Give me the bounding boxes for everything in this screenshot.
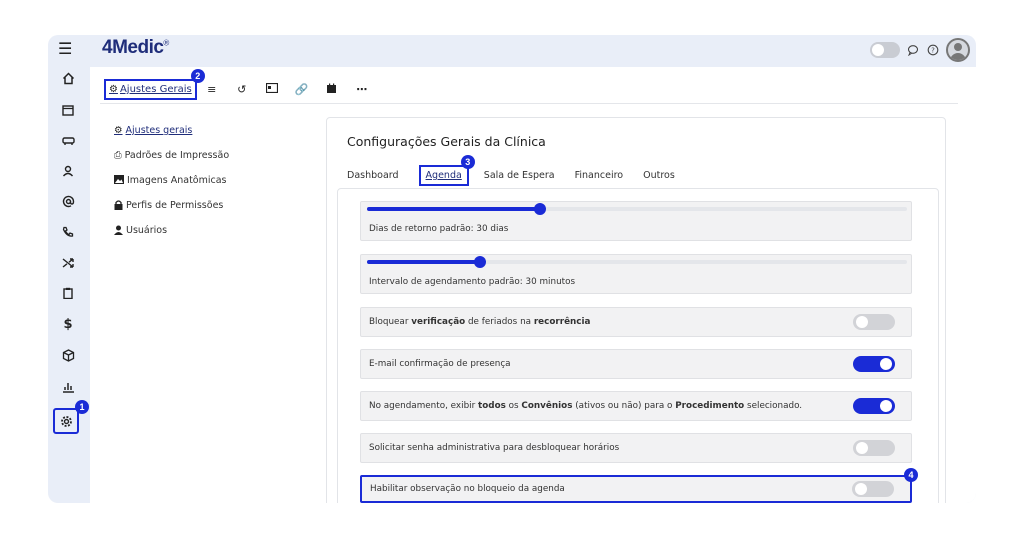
app-window: ☰ 4Medic® ? $ 1 ⚙ Ajustes Gerais 2 ≡ ↺ 🔗… — [48, 35, 976, 503]
step-badge-2: 2 — [190, 69, 205, 83]
agenda-settings: Dias de retorno padrão: 30 dias Interval… — [337, 188, 939, 503]
menu-item-usuarios[interactable]: Usuários — [114, 225, 229, 250]
step-badge-3: 3 — [460, 155, 475, 169]
help-icon[interactable]: ? — [926, 43, 940, 57]
toolbar-divider — [100, 103, 958, 104]
user-avatar[interactable] — [946, 38, 970, 62]
menu-item-imagens-anatomicas[interactable]: Imagens Anatômicas — [114, 175, 229, 200]
observacao-bloqueio-toggle[interactable] — [852, 481, 894, 497]
senha-administrativa-toggle[interactable] — [853, 440, 895, 456]
app-logo[interactable]: 4Medic® — [102, 37, 169, 59]
chart-icon[interactable] — [57, 375, 79, 397]
image-icon — [114, 175, 124, 187]
home-icon[interactable] — [57, 67, 79, 89]
settings-menu: ⚙ Ajustes gerais ⎙ Padrões de Impressão Im… — [114, 125, 229, 250]
slider-knob[interactable] — [474, 256, 487, 268]
more-options-icon[interactable]: ⋯ — [347, 83, 377, 96]
package-icon[interactable] — [57, 344, 79, 366]
setting-senha-administrativa: Solicitar senha administrativa para desb… — [360, 433, 912, 463]
settings-toolbar: ⚙ Ajustes Gerais 2 ≡ ↺ 🔗 ⋯ — [104, 69, 377, 100]
tab-financeiro[interactable]: Financeiro — [575, 170, 624, 186]
gears-icon: ⚙ — [109, 84, 118, 95]
dias-retorno-label: Dias de retorno padrão: 30 dias — [369, 224, 509, 234]
step-badge-1: 1 — [75, 400, 89, 414]
clipboard-icon[interactable] — [57, 282, 79, 304]
intervalo-label: Intervalo de agendamento padrão: 30 minu… — [369, 277, 576, 287]
bloquear-feriados-toggle[interactable] — [853, 314, 895, 330]
setting-intervalo-agendamento: Intervalo de agendamento padrão: 30 minu… — [360, 254, 912, 294]
email-confirmacao-toggle[interactable] — [853, 356, 895, 372]
chat-icon[interactable] — [906, 43, 920, 57]
history-icon[interactable]: ↺ — [227, 83, 257, 96]
gears-icon: ⚙ — [114, 125, 123, 136]
intervalo-slider[interactable] — [367, 256, 907, 268]
setting-exibir-convenios: No agendamento, exibir todos os Convênio… — [360, 391, 912, 421]
main-content: ⚙ Ajustes Gerais 2 ≡ ↺ 🔗 ⋯ ⚙ Ajustes gera… — [90, 67, 976, 503]
at-sign-icon[interactable] — [57, 190, 79, 212]
panel-title: Configurações Gerais da Clínica — [347, 134, 546, 149]
setting-bloquear-feriados: Bloquear verificação de feriados na reco… — [360, 307, 912, 337]
link-icon[interactable]: 🔗 — [287, 83, 317, 96]
id-card-icon[interactable] — [257, 82, 287, 96]
menu-item-ajustes-gerais[interactable]: ⚙ Ajustes gerais — [114, 125, 229, 150]
tab-ajustes-gerais[interactable]: ⚙ Ajustes Gerais 2 — [104, 69, 205, 100]
settings-tabs: Dashboard Agenda 3 Sala de Espera Financ… — [347, 155, 695, 186]
step-badge-4: 4 — [904, 468, 918, 482]
setting-email-confirmacao: E-mail confirmação de presença — [360, 349, 912, 379]
sidebar: $ 1 — [48, 67, 90, 503]
tab-agenda[interactable]: Agenda 3 — [418, 155, 475, 186]
phone-icon[interactable] — [57, 221, 79, 243]
shuffle-icon[interactable] — [57, 252, 79, 274]
user-icon[interactable] — [57, 160, 79, 182]
dias-retorno-slider[interactable] — [367, 203, 907, 215]
printer-icon: ⎙ — [114, 150, 122, 161]
tab-sala-espera[interactable]: Sala de Espera — [484, 170, 555, 186]
tab-outros[interactable]: Outros — [643, 170, 675, 186]
svg-text:?: ? — [931, 46, 935, 54]
exibir-convenios-toggle[interactable] — [853, 398, 895, 414]
calendar-icon[interactable] — [57, 99, 79, 121]
clinic-settings-panel: Configurações Gerais da Clínica Dashboar… — [326, 117, 946, 503]
tab-dashboard[interactable]: Dashboard — [347, 170, 399, 186]
list-ordered-icon[interactable]: ≡ — [197, 83, 227, 96]
dollar-icon[interactable]: $ — [57, 313, 79, 335]
sofa-icon[interactable] — [57, 129, 79, 151]
hamburger-menu-icon[interactable]: ☰ — [58, 39, 72, 58]
settings-gear-icon[interactable] — [53, 408, 79, 434]
calendar-check-icon[interactable] — [317, 83, 347, 97]
setting-dias-retorno: Dias de retorno padrão: 30 dias — [360, 201, 912, 241]
slider-knob[interactable] — [533, 203, 546, 215]
menu-item-padroes-impressao[interactable]: ⎙ Padrões de Impressão — [114, 150, 229, 175]
theme-toggle[interactable] — [870, 42, 900, 58]
setting-observacao-bloqueio: Habilitar observação no bloqueio da agen… — [360, 468, 918, 503]
tab-ajustes-gerais-label: Ajustes Gerais — [119, 84, 192, 95]
menu-item-perfis-permissoes[interactable]: Perfis de Permissões — [114, 200, 229, 225]
top-bar: ☰ 4Medic® ? — [48, 35, 976, 67]
lock-icon — [114, 200, 123, 213]
user-icon — [114, 225, 123, 238]
